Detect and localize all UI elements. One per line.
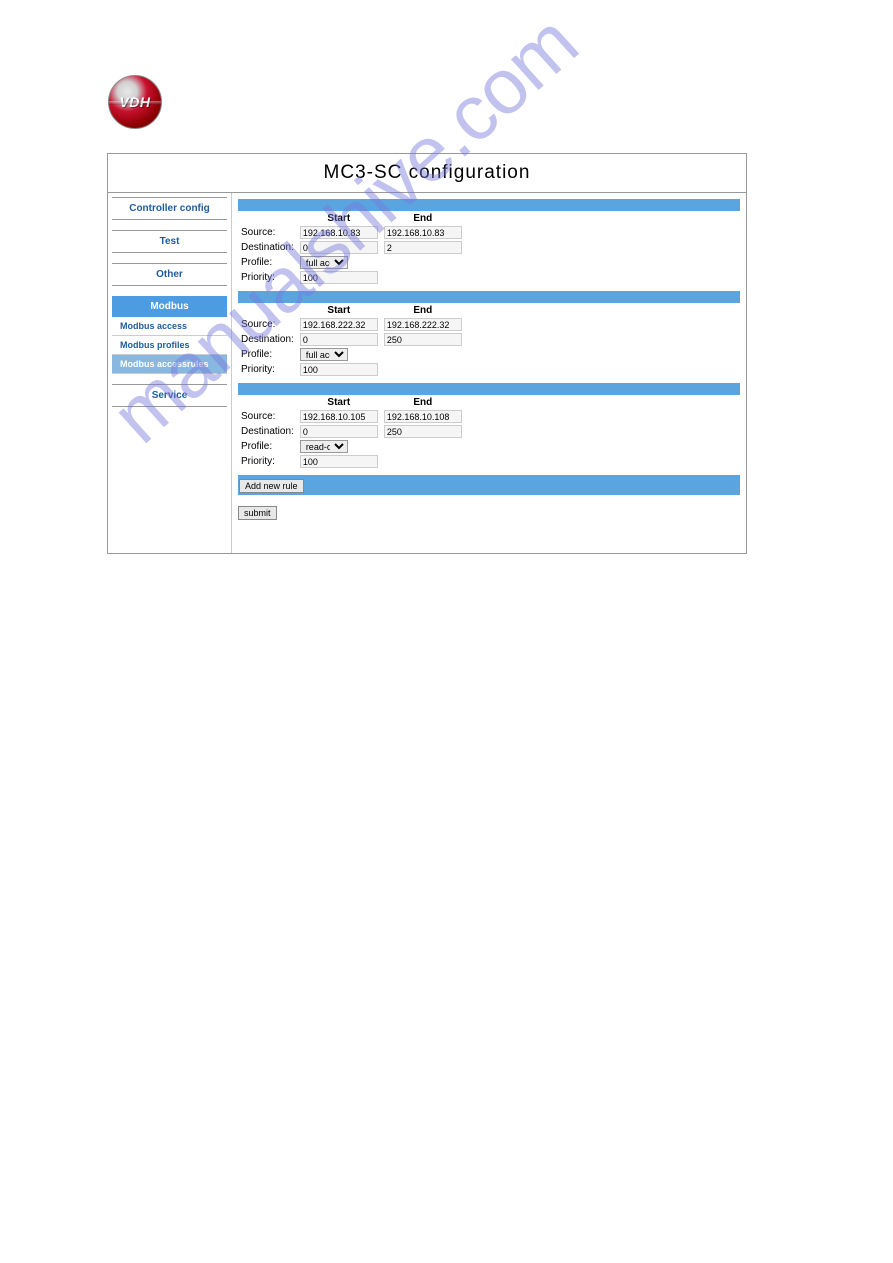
priority-input[interactable] bbox=[300, 363, 378, 376]
label-destination: Destination: bbox=[238, 240, 297, 255]
label-profile: Profile: bbox=[238, 439, 297, 454]
label-priority: Priority: bbox=[238, 454, 297, 469]
source-end-input[interactable] bbox=[384, 318, 462, 331]
logo-area: VDH bbox=[108, 75, 162, 129]
label-profile: Profile: bbox=[238, 347, 297, 362]
rule-table: Start End Source: Destination: Pro bbox=[238, 304, 465, 377]
nav-test[interactable]: Test bbox=[112, 230, 227, 253]
label-destination: Destination: bbox=[238, 332, 297, 347]
label-priority: Priority: bbox=[238, 270, 297, 285]
content-area: Controller config Test Other Modbus Modb… bbox=[108, 193, 746, 553]
subnav-modbus-profiles[interactable]: Modbus profiles bbox=[112, 336, 227, 355]
sidebar: Controller config Test Other Modbus Modb… bbox=[108, 193, 232, 553]
source-start-input[interactable] bbox=[300, 318, 378, 331]
modbus-subnav: Modbus access Modbus profiles Modbus acc… bbox=[112, 317, 227, 374]
profile-select[interactable]: full access bbox=[300, 348, 348, 361]
source-end-input[interactable] bbox=[384, 410, 462, 423]
label-profile: Profile: bbox=[238, 255, 297, 270]
dest-start-input[interactable] bbox=[300, 333, 378, 346]
rule-table: Start End Source: Destination: Pro bbox=[238, 396, 465, 469]
rule-header-bar bbox=[238, 291, 740, 303]
col-end: End bbox=[381, 212, 465, 225]
subnav-modbus-access[interactable]: Modbus access bbox=[112, 317, 227, 336]
submit-row: submit bbox=[238, 503, 740, 521]
label-destination: Destination: bbox=[238, 424, 297, 439]
label-source: Source: bbox=[238, 409, 297, 424]
dest-start-input[interactable] bbox=[300, 241, 378, 254]
rule-block: Start End Source: Destination: Pro bbox=[238, 291, 740, 377]
source-end-input[interactable] bbox=[384, 226, 462, 239]
priority-input[interactable] bbox=[300, 455, 378, 468]
col-start: Start bbox=[297, 304, 381, 317]
nav-controller-config[interactable]: Controller config bbox=[112, 197, 227, 220]
col-end: End bbox=[381, 304, 465, 317]
rule-block: Start End Source: Destination: Pro bbox=[238, 199, 740, 285]
dest-start-input[interactable] bbox=[300, 425, 378, 438]
dest-end-input[interactable] bbox=[384, 241, 462, 254]
add-rule-bar: Add new rule bbox=[238, 475, 740, 495]
submit-button[interactable]: submit bbox=[238, 506, 277, 520]
profile-select[interactable]: full access bbox=[300, 256, 348, 269]
config-window: MC3-SC configuration Controller config T… bbox=[107, 153, 747, 554]
nav-modbus[interactable]: Modbus bbox=[112, 296, 227, 317]
profile-select[interactable]: read-only bbox=[300, 440, 348, 453]
source-start-input[interactable] bbox=[300, 226, 378, 239]
rule-header-bar bbox=[238, 383, 740, 395]
label-source: Source: bbox=[238, 317, 297, 332]
page-title: MC3-SC configuration bbox=[324, 162, 531, 183]
main-panel: Start End Source: Destination: Pro bbox=[232, 193, 746, 553]
label-priority: Priority: bbox=[238, 362, 297, 377]
add-new-rule-button[interactable]: Add new rule bbox=[239, 479, 304, 493]
priority-input[interactable] bbox=[300, 271, 378, 284]
rule-block: Start End Source: Destination: Pro bbox=[238, 383, 740, 469]
vdh-logo: VDH bbox=[108, 75, 162, 129]
subnav-modbus-accessrules[interactable]: Modbus accessrules bbox=[112, 355, 227, 374]
nav-service[interactable]: Service bbox=[112, 384, 227, 407]
source-start-input[interactable] bbox=[300, 410, 378, 423]
dest-end-input[interactable] bbox=[384, 333, 462, 346]
rule-table: Start End Source: Destination: Pro bbox=[238, 212, 465, 285]
col-start: Start bbox=[297, 396, 381, 409]
col-end: End bbox=[381, 396, 465, 409]
nav-other[interactable]: Other bbox=[112, 263, 227, 286]
title-bar: MC3-SC configuration bbox=[108, 154, 746, 193]
dest-end-input[interactable] bbox=[384, 425, 462, 438]
col-start: Start bbox=[297, 212, 381, 225]
label-source: Source: bbox=[238, 225, 297, 240]
rule-header-bar bbox=[238, 199, 740, 211]
